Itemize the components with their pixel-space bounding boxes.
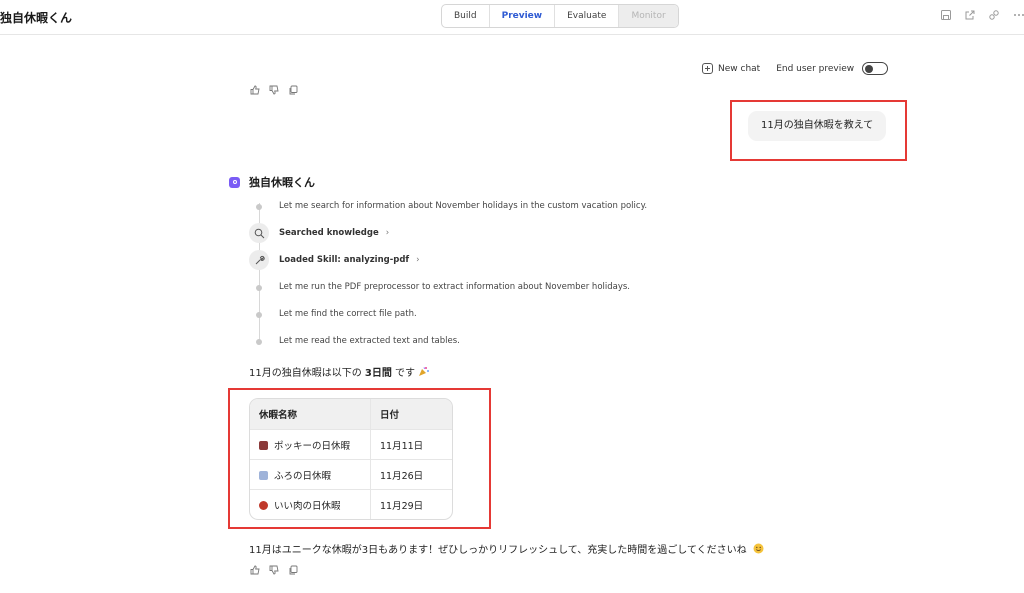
tab-monitor: Monitor [619,5,678,27]
holiday-name-cell: いい肉の日休暇 [250,489,371,519]
step-text: Let me find the correct file path. [279,309,417,319]
chat-controls: New chat End user preview [702,62,889,75]
top-bar: 独自休暇くん Build Preview Evaluate Monitor [0,0,1024,35]
tab-evaluate[interactable]: Evaluate [555,5,620,27]
holiday-table: 休暇名称 日付 ポッキーの日休暇 11月11日 ふろの日休暇 11月26日 いい… [249,398,453,520]
table-row: ふろの日休暇 11月26日 [250,459,452,490]
step-dot [256,204,262,210]
search-icon [249,223,269,243]
step-text: Let me read the extracted text and table… [279,336,460,346]
answer-bold: 3日間 [364,368,392,379]
meat-icon [259,500,268,510]
bottom-feedback-bar [250,565,298,575]
table-row: いい肉の日休暇 11月29日 [250,489,452,519]
bot-name: 独自休暇くん [249,176,315,189]
top-feedback-bar [250,85,298,95]
step-action-label: Loaded Skill: analyzing-pdf [279,255,410,265]
step-dot [256,339,262,345]
tab-preview[interactable]: Preview [489,5,556,27]
copy-icon[interactable] [288,565,298,575]
column-header: 休暇名称 [250,399,371,430]
holiday-date-cell: 11月29日 [370,489,452,519]
step-dot [256,312,262,318]
copy-icon[interactable] [288,85,298,95]
top-icons [940,9,1024,21]
bot-avatar [229,176,240,188]
closing-message: 11月はユニークな休暇が3日もあります！ぜひしっかりリフレッシュして、充実した時… [249,541,764,556]
step-action-label: Searched knowledge [279,228,379,238]
more-icon[interactable] [1012,9,1024,21]
wrench-icon [249,250,269,270]
end-user-preview-toggle[interactable] [862,62,889,75]
holiday-name-cell: ポッキーの日休暇 [250,429,371,460]
smiling-face-icon [753,543,764,554]
thumbs-down-icon[interactable] [269,85,279,95]
holiday-name-cell: ふろの日休暇 [250,459,371,490]
settings-icon[interactable] [988,9,1000,21]
user-message-bubble: 11月の独自休暇を教えて [748,111,887,141]
thumbs-up-icon[interactable] [250,85,260,95]
app-title: 独自休暇くん [0,11,73,25]
plus-icon [702,63,713,74]
holiday-date-cell: 11月11日 [370,429,452,460]
searched-knowledge-button[interactable]: Searched knowledge › [279,228,389,238]
chevron-right-icon: › [416,255,420,265]
table-header-row: 休暇名称 日付 [250,399,452,430]
mode-tabs: Build Preview Evaluate Monitor [441,4,679,28]
answer-summary: 11月の独自休暇は以下の 3日間 です [249,364,430,379]
bot-header: 独自休暇くん [229,174,315,190]
party-popper-icon [419,367,430,376]
table-row: ポッキーの日休暇 11月11日 [250,429,452,460]
thumbs-down-icon[interactable] [269,565,279,575]
new-chat-button[interactable]: New chat [702,63,760,74]
column-header: 日付 [370,399,452,430]
holiday-date-cell: 11月26日 [370,459,452,490]
share-icon[interactable] [964,9,976,21]
tab-build[interactable]: Build [442,5,490,27]
loaded-skill-button[interactable]: Loaded Skill: analyzing-pdf › [279,255,420,265]
step-text: Let me run the PDF preprocessor to extra… [279,282,631,292]
pocky-icon [259,440,268,450]
chevron-right-icon: › [385,228,390,238]
end-user-preview-label: End user preview [776,63,855,74]
bath-icon [259,470,268,480]
step-text: Let me search for information about Nove… [279,201,648,211]
save-icon[interactable] [940,9,952,21]
new-chat-label: New chat [718,63,761,74]
thumbs-up-icon[interactable] [250,565,260,575]
step-dot [256,285,262,291]
